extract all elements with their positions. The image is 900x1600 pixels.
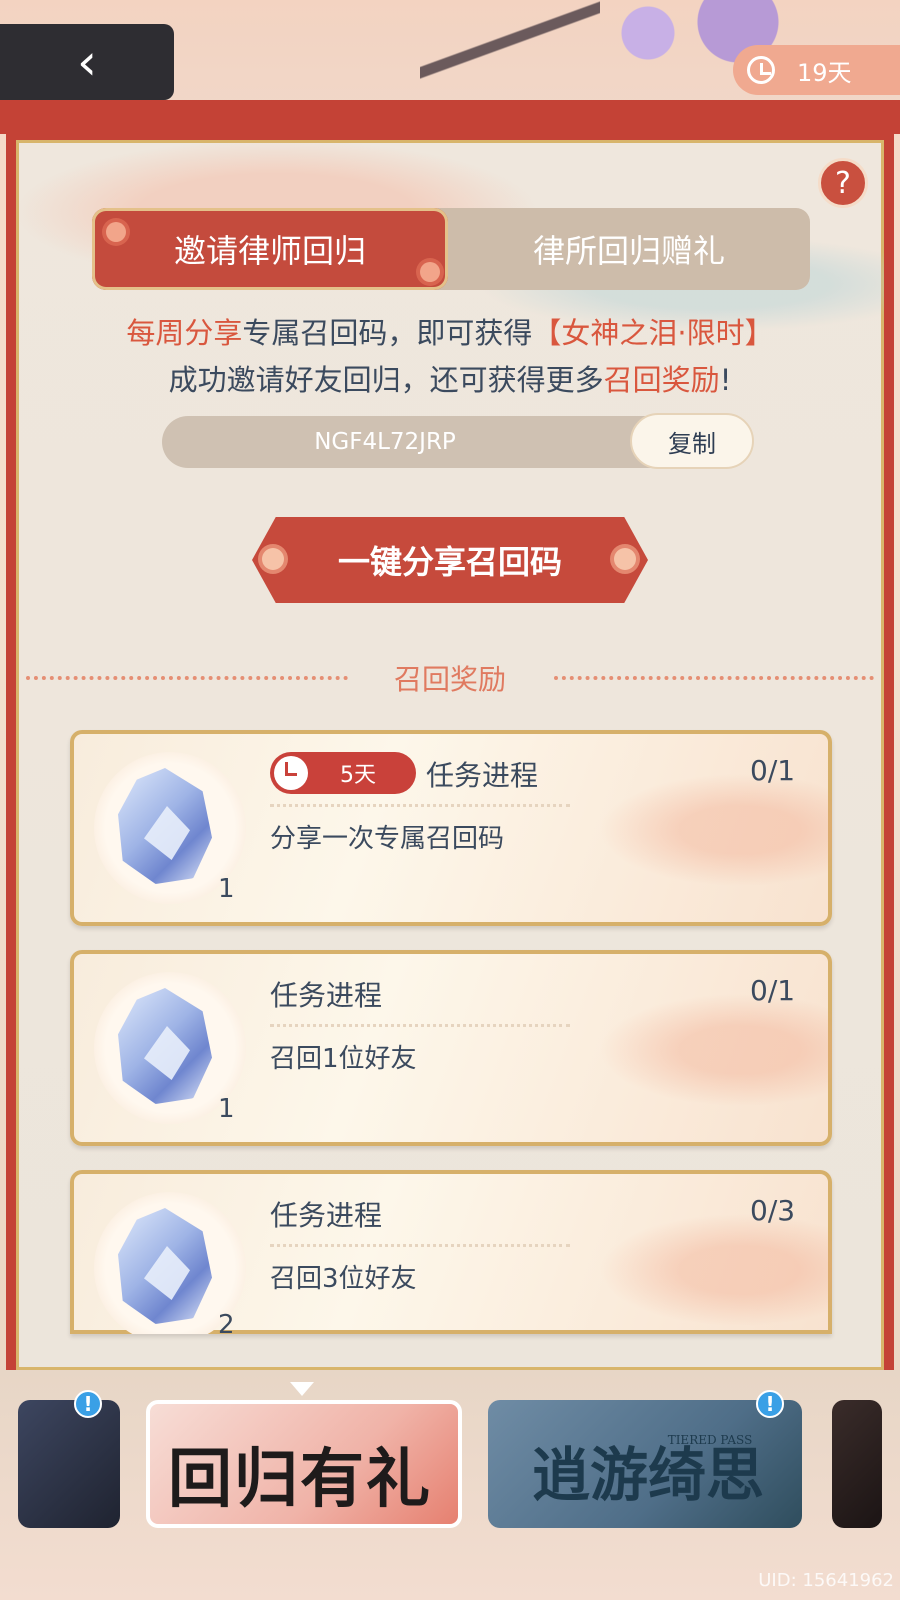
task-card: 2 任务进程 0/3 召回3位好友	[70, 1170, 832, 1334]
divider-right	[554, 676, 874, 680]
tab-invite-lawyer[interactable]: 邀请律师回归	[92, 208, 448, 290]
flower-icon	[262, 548, 284, 570]
clock-icon	[274, 756, 308, 790]
reward-count: 2	[218, 1310, 235, 1334]
task-progress-label: 任务进程	[270, 979, 383, 1012]
chevron-left-icon: ‹	[77, 33, 97, 91]
tab-firm-return-gift[interactable]: 律所回归赠礼	[448, 208, 810, 290]
card-decoration	[590, 990, 832, 1110]
task-progress-value: 0/1	[750, 754, 796, 787]
invite-code-value: NGF4L72JRP	[314, 429, 456, 455]
clock-icon	[747, 56, 775, 84]
event-thumbnail[interactable]	[18, 1400, 120, 1528]
task-progress-label: 任务进程	[426, 759, 539, 792]
highlight-text: 召回奖励	[603, 363, 720, 397]
flower-icon	[420, 262, 440, 282]
share-code-button[interactable]: 一键分享召回码	[252, 517, 648, 603]
description-text: 专属召回码，即可获得	[242, 316, 533, 350]
task-card: 1 任务进程 0/1 召回1位好友	[70, 950, 832, 1146]
flower-icon	[106, 222, 126, 242]
alert-icon: !	[756, 1390, 784, 1418]
task-progress-value: 0/3	[750, 1194, 796, 1227]
task-progress-value: 0/1	[750, 974, 796, 1007]
event-thumbnail[interactable]	[832, 1400, 882, 1528]
help-button[interactable]: ?	[818, 158, 868, 208]
reward-count: 1	[218, 874, 235, 904]
time-limit-text: 5天	[340, 763, 376, 788]
question-icon: ?	[835, 165, 851, 201]
tab-label: 邀请律师回归	[173, 232, 366, 270]
tab-label: 律所回归赠礼	[532, 232, 725, 270]
branch-decoration	[420, 0, 600, 100]
selected-indicator-icon	[290, 1382, 314, 1396]
description-text: 成功邀请好友回归，还可获得更多	[168, 363, 604, 397]
highlight-text: 每周分享	[126, 316, 243, 350]
card-decoration	[590, 1210, 832, 1330]
description-line-1: 每周分享专属召回码，即可获得【女神之泪·限时】	[0, 310, 900, 352]
copy-button[interactable]: 复制	[630, 413, 754, 469]
task-description: 分享一次专属召回码	[270, 824, 505, 854]
task-description: 召回3位好友	[270, 1264, 417, 1294]
task-description: 召回1位好友	[270, 1044, 417, 1074]
reward-count: 1	[218, 1094, 235, 1124]
card-decoration	[590, 770, 832, 890]
description-text: !	[719, 363, 732, 397]
remaining-time-text: 19天	[797, 58, 852, 87]
card-divider	[270, 804, 570, 807]
event-title: 逍游绮思	[531, 1441, 764, 1509]
card-divider	[270, 1024, 570, 1027]
remaining-time-badge: 19天	[733, 45, 900, 95]
flower-icon	[614, 548, 636, 570]
task-progress-label: 任务进程	[270, 1199, 383, 1232]
back-button[interactable]: ‹	[0, 24, 174, 100]
task-card: 1 5天 任务进程 0/1 分享一次专属召回码	[70, 730, 832, 926]
copy-button-label: 复制	[668, 429, 716, 458]
user-id: UID: 15641962	[758, 1570, 894, 1591]
highlight-text: 【女神之泪·限时】	[532, 316, 774, 350]
alert-icon: !	[74, 1390, 102, 1418]
card-divider	[270, 1244, 570, 1247]
description-line-2: 成功邀请好友回归，还可获得更多召回奖励!	[0, 357, 900, 399]
event-title: 回归有礼	[168, 1442, 432, 1517]
share-button-label: 一键分享召回码	[337, 543, 562, 581]
